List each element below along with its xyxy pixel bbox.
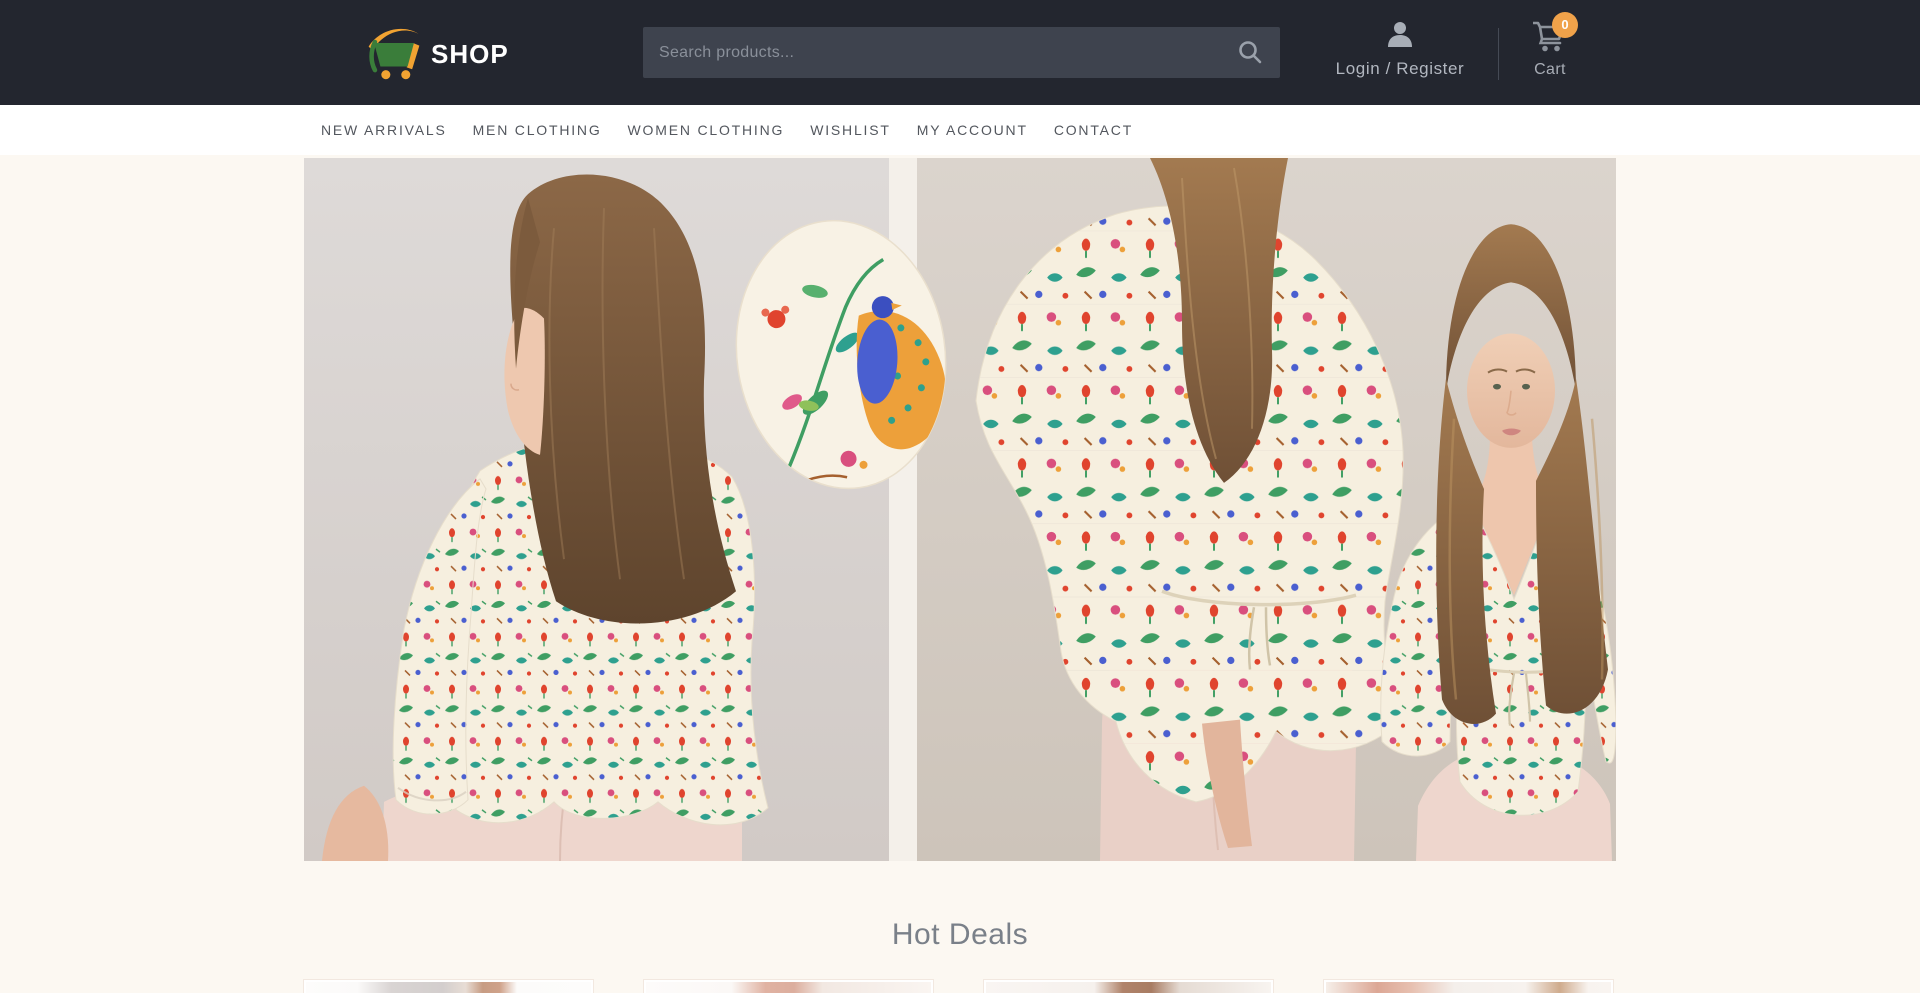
product-image (306, 982, 591, 993)
logo[interactable]: SHOP (365, 24, 509, 85)
header-divider (1498, 28, 1499, 80)
cart-button[interactable]: 0 Cart (1518, 20, 1582, 79)
nav-item-new-arrivals[interactable]: NEW ARRIVALS (321, 122, 447, 138)
cart-icon (1532, 39, 1568, 56)
search-bar (643, 27, 1280, 78)
product-card[interactable] (1323, 979, 1614, 993)
product-image (1326, 982, 1611, 993)
search-button[interactable] (1232, 35, 1268, 71)
hot-deals-title: Hot Deals (0, 918, 1920, 952)
login-register-link[interactable]: Login / Register (1330, 20, 1470, 79)
hero-banner-image (304, 158, 1616, 861)
product-card[interactable] (643, 979, 934, 993)
header: SHOP Login / Register (0, 0, 1920, 105)
logo-cart-icon (365, 24, 423, 85)
login-register-label: Login / Register (1330, 59, 1470, 79)
search-icon (1237, 53, 1263, 68)
product-card[interactable] (303, 979, 594, 993)
product-image (986, 982, 1271, 993)
nav-item-wishlist[interactable]: WISHLIST (810, 122, 891, 138)
logo-text: SHOP (431, 39, 509, 70)
user-icon (1385, 35, 1415, 52)
nav-item-my-account[interactable]: MY ACCOUNT (917, 122, 1028, 138)
product-image (646, 982, 931, 993)
cart-count-badge: 0 (1552, 12, 1578, 38)
main-navigation: NEW ARRIVALS MEN CLOTHING WOMEN CLOTHING… (0, 105, 1920, 155)
nav-item-women-clothing[interactable]: WOMEN CLOTHING (628, 122, 785, 138)
search-input[interactable] (643, 27, 1280, 78)
hot-deals-product-row (303, 979, 1617, 993)
product-card[interactable] (983, 979, 1274, 993)
nav-item-contact[interactable]: CONTACT (1054, 122, 1133, 138)
cart-label: Cart (1518, 61, 1582, 79)
nav-item-men-clothing[interactable]: MEN CLOTHING (473, 122, 602, 138)
